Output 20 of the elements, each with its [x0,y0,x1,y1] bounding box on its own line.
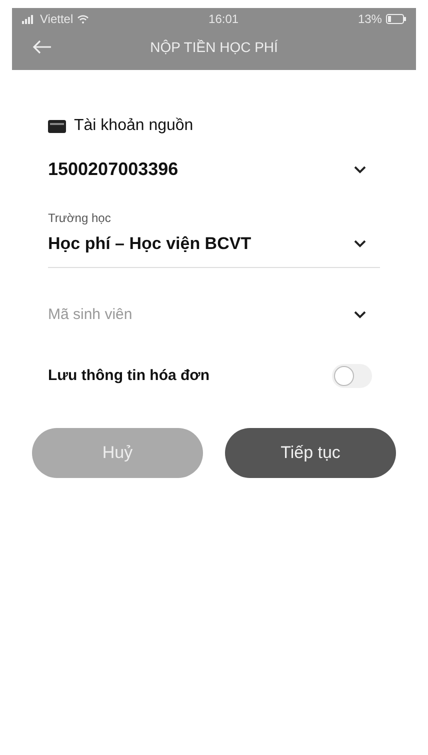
battery-icon [386,14,406,24]
battery-percent: 13% [358,11,382,28]
field-label: Tài khoản nguồn [74,116,194,136]
back-arrow-icon[interactable] [32,40,52,54]
wifi-icon [77,14,90,24]
carrier-name: Viettel [40,11,74,28]
chevron-down-icon [354,240,366,248]
screen-title: NỘP TIỀN HỌC PHÍ [150,38,278,56]
card-icon [48,120,66,132]
clock-time: 16:01 [208,11,239,28]
toggle-switch[interactable] [332,364,372,388]
chevron-down-icon [354,310,366,319]
chevron-down-icon [354,166,366,174]
signal-icon [22,14,36,24]
continue-button[interactable]: Tiếp tục [225,428,396,478]
field-label: Trường học [48,210,112,227]
school-select[interactable]: Học phí – Học viện BCVT [48,231,380,268]
student-id-field[interactable]: Mã sinh viên [48,304,248,326]
account-select[interactable]: 1500207003396 [48,156,380,183]
save-invoice-label: Lưu thông tin hóa đơn [48,366,210,386]
